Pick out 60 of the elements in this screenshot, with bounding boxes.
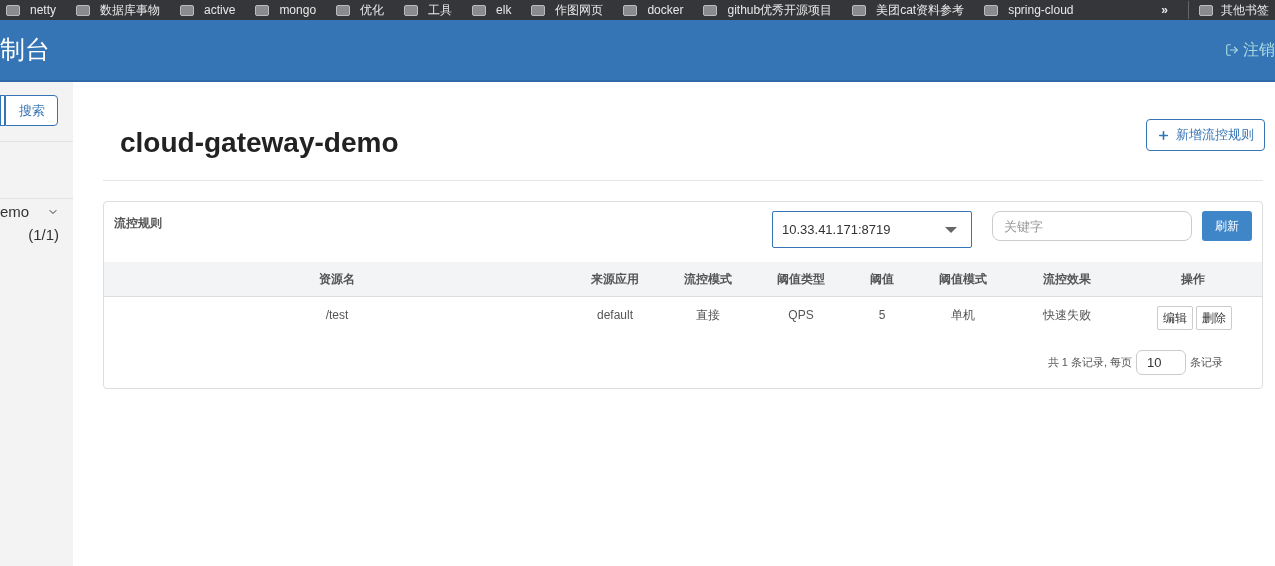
bookmark-link[interactable]: 美团cat资料参考: [852, 1, 965, 19]
table-cell-text: 单机: [950, 307, 976, 324]
bookmark-link[interactable]: docker: [623, 1, 684, 19]
column-header: 阈值: [869, 271, 895, 288]
panel-title: 流控规则: [114, 215, 162, 232]
page-size-field[interactable]: 10: [1136, 350, 1186, 375]
bookmark-link[interactable]: 工具: [404, 1, 453, 19]
row-action-button[interactable]: 删除: [1195, 306, 1232, 330]
folder-icon: [76, 4, 90, 16]
folder-icon: [531, 4, 546, 16]
page-title: cloud-gateway-demo: [120, 126, 399, 160]
table-cell-text: default: [596, 307, 634, 324]
bookmark-link[interactable]: spring-cloud: [984, 1, 1074, 19]
column-header: 阈值模式: [938, 271, 988, 288]
table-cell-text: QPS: [787, 307, 815, 324]
app-count: (1/1): [28, 224, 59, 245]
pagination-text: 条记录: [1190, 355, 1223, 371]
bookmark-link[interactable]: elk: [472, 1, 512, 19]
folder-icon: [472, 4, 487, 16]
folder-icon: [180, 4, 194, 16]
folder-icon: [703, 4, 718, 16]
dropdown-caret-icon: [945, 226, 957, 233]
column-header: 流控效果: [1042, 271, 1092, 288]
keyword-field[interactable]: 关键字: [992, 211, 1192, 241]
folder-icon: [255, 4, 270, 16]
folder-icon: [1199, 4, 1213, 16]
column-header: 资源名: [318, 271, 356, 288]
app-name: emo: [0, 202, 30, 222]
more-bookmarks-button[interactable]: »: [1161, 1, 1168, 19]
folder-icon: [984, 4, 999, 16]
table-cell-text: 快速失败: [1042, 307, 1092, 324]
bookmark-link[interactable]: github优秀开源项目: [703, 1, 833, 19]
plus-icon: [1157, 128, 1170, 142]
bookmark-link[interactable]: 数据库事物: [76, 1, 160, 19]
machine-select[interactable]: 10.33.41.171:8719: [772, 211, 972, 248]
column-header: 阈值类型: [776, 271, 826, 288]
pagination-text: 共 1 条记录, 每页: [1047, 355, 1132, 371]
table-cell-text: 直接: [695, 307, 721, 324]
bookmark-link[interactable]: active: [180, 1, 236, 19]
app-title: 制台: [0, 34, 50, 66]
folder-icon: [852, 4, 867, 16]
table-cell-text: 5: [877, 307, 887, 324]
bookmark-link[interactable]: 作图网页: [531, 1, 604, 19]
search-button[interactable]: 搜索: [5, 95, 58, 126]
folder-icon: [404, 4, 419, 16]
folder-icon: [623, 4, 638, 16]
logout-icon: [1225, 43, 1239, 57]
column-header: 操作: [1180, 271, 1206, 288]
table-cell-text: /test: [324, 307, 350, 324]
column-header: 流控模式: [683, 271, 733, 288]
row-action-button[interactable]: 编辑: [1156, 306, 1193, 330]
bookmark-link[interactable]: 其他书签: [1188, 1, 1269, 19]
add-rule-button[interactable]: 新增流控规则: [1146, 119, 1265, 151]
bookmark-link[interactable]: mongo: [255, 1, 317, 19]
bookmark-link[interactable]: 优化: [336, 1, 385, 19]
bookmark-link[interactable]: netty: [6, 1, 56, 19]
folder-icon: [6, 4, 20, 16]
column-header: 来源应用: [590, 271, 640, 288]
refresh-button[interactable]: 刷新: [1202, 211, 1252, 241]
folder-icon: [336, 4, 351, 16]
